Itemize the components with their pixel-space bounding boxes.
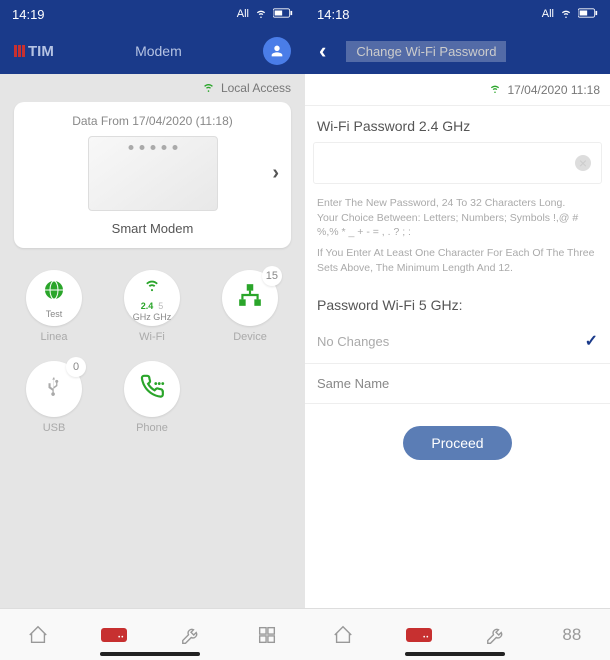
tile-device-label: Device	[233, 331, 267, 343]
hint-line-2: Your Choice Between: Letters; Numbers; S…	[317, 211, 598, 240]
router-icon	[406, 628, 432, 642]
phone-icon: •••	[139, 373, 165, 405]
tile-usb[interactable]: 0 USB	[20, 361, 88, 434]
status-icons: All	[237, 6, 293, 23]
tile-usb-label: USB	[43, 422, 66, 434]
checkmark-icon: ✓	[585, 331, 598, 351]
network-icon	[237, 282, 263, 314]
device-badge: 15	[262, 266, 282, 286]
hint-line-1: Enter The New Password, 24 To 32 Charact…	[317, 196, 598, 211]
tile-phone[interactable]: ••• Phone	[118, 361, 186, 434]
globe-icon	[42, 278, 66, 308]
modem-name: Smart Modem	[26, 221, 279, 236]
status-time: 14:18	[317, 7, 542, 22]
header-title: Modem	[54, 43, 263, 59]
wifi-24-label: 2.4	[141, 301, 154, 311]
clear-icon[interactable]: ×	[575, 155, 591, 171]
pwd-5-label: Password Wi-Fi 5 GHz:	[305, 285, 610, 319]
wrench-icon	[180, 624, 202, 646]
nav-apps[interactable]	[229, 609, 305, 660]
bottom-navigation: 88	[0, 608, 610, 660]
grid-icon	[256, 624, 278, 646]
wifi-icon	[488, 81, 502, 98]
wifi-ghz-label: GHz GHz	[133, 312, 172, 322]
app-header-left: TIM Modem	[0, 28, 305, 74]
local-access-bar: Local Access	[0, 74, 305, 102]
router-icon	[101, 628, 127, 642]
status-time: 14:19	[12, 7, 237, 22]
no-changes-text: No Changes	[317, 334, 389, 349]
refresh-time: 17/04/2020 11:18	[507, 83, 600, 97]
local-access-text: Local Access	[221, 81, 291, 95]
home-icon	[332, 624, 354, 646]
profile-button[interactable]	[263, 37, 291, 65]
wifi-icon	[139, 274, 165, 300]
brand-text: TIM	[28, 43, 54, 60]
wifi-5-label: 5	[158, 301, 163, 311]
status-bar-right: 14:18 All	[305, 0, 610, 28]
battery-icon	[578, 7, 598, 22]
wrench-icon	[485, 624, 507, 646]
app-header-right: ‹ Change Wi-Fi Password	[305, 28, 610, 74]
tile-device[interactable]: 15 Device	[216, 270, 284, 343]
wifi-icon	[254, 6, 268, 23]
page-title: Change Wi-Fi Password	[346, 41, 506, 62]
home-icon	[27, 624, 49, 646]
data-from-text: Data From 17/04/2020 (11:18)	[26, 114, 279, 128]
pwd-24-label: Wi-Fi Password 2.4 GHz	[305, 106, 610, 140]
modem-card[interactable]: Data From 17/04/2020 (11:18) › Smart Mod…	[14, 102, 291, 248]
no-changes-option[interactable]: No Changes ✓	[305, 319, 610, 364]
same-name-option[interactable]: Same Name	[305, 364, 610, 404]
status-bar-left: 14:19 All	[0, 0, 305, 28]
battery-icon	[273, 7, 293, 22]
chevron-right-icon: ›	[272, 162, 279, 185]
tile-wifi-label: Wi-Fi	[139, 331, 165, 343]
proceed-button[interactable]: Proceed	[403, 426, 511, 460]
nav-home[interactable]	[305, 609, 381, 660]
tile-wifi[interactable]: 2.4 5 GHz GHz Wi-Fi	[118, 270, 186, 343]
user-icon	[269, 43, 285, 59]
tile-linea-sub: Test	[46, 309, 63, 319]
modem-image	[88, 136, 218, 211]
refresh-timestamp-bar: 17/04/2020 11:18	[305, 74, 610, 106]
wifi-password-24-input[interactable]: ×	[313, 142, 602, 184]
usb-icon	[43, 373, 65, 405]
network-label: All	[237, 8, 249, 20]
tile-phone-label: Phone	[136, 422, 168, 434]
usb-badge: 0	[66, 357, 86, 377]
wifi-icon	[201, 79, 216, 97]
screen-change-wifi-password: 14:18 All ‹ Change Wi-Fi Password	[305, 0, 610, 608]
screen-modem-home: 14:19 All TIM Modem	[0, 0, 305, 608]
tile-linea-label: Linea	[41, 331, 68, 343]
password-hint: Enter The New Password, 24 To 32 Charact…	[305, 186, 610, 285]
wifi-icon	[559, 6, 573, 23]
same-name-text: Same Name	[317, 376, 389, 391]
status-icons: All	[542, 6, 598, 23]
brand-logo: TIM	[14, 43, 54, 60]
nav-number[interactable]: 88	[534, 609, 610, 660]
tile-linea[interactable]: Test Linea	[20, 270, 88, 343]
hint-line-3: If You Enter At Least One Character For …	[317, 246, 598, 275]
nav-home[interactable]	[0, 609, 76, 660]
network-label: All	[542, 8, 554, 20]
back-button[interactable]: ‹	[319, 38, 326, 64]
